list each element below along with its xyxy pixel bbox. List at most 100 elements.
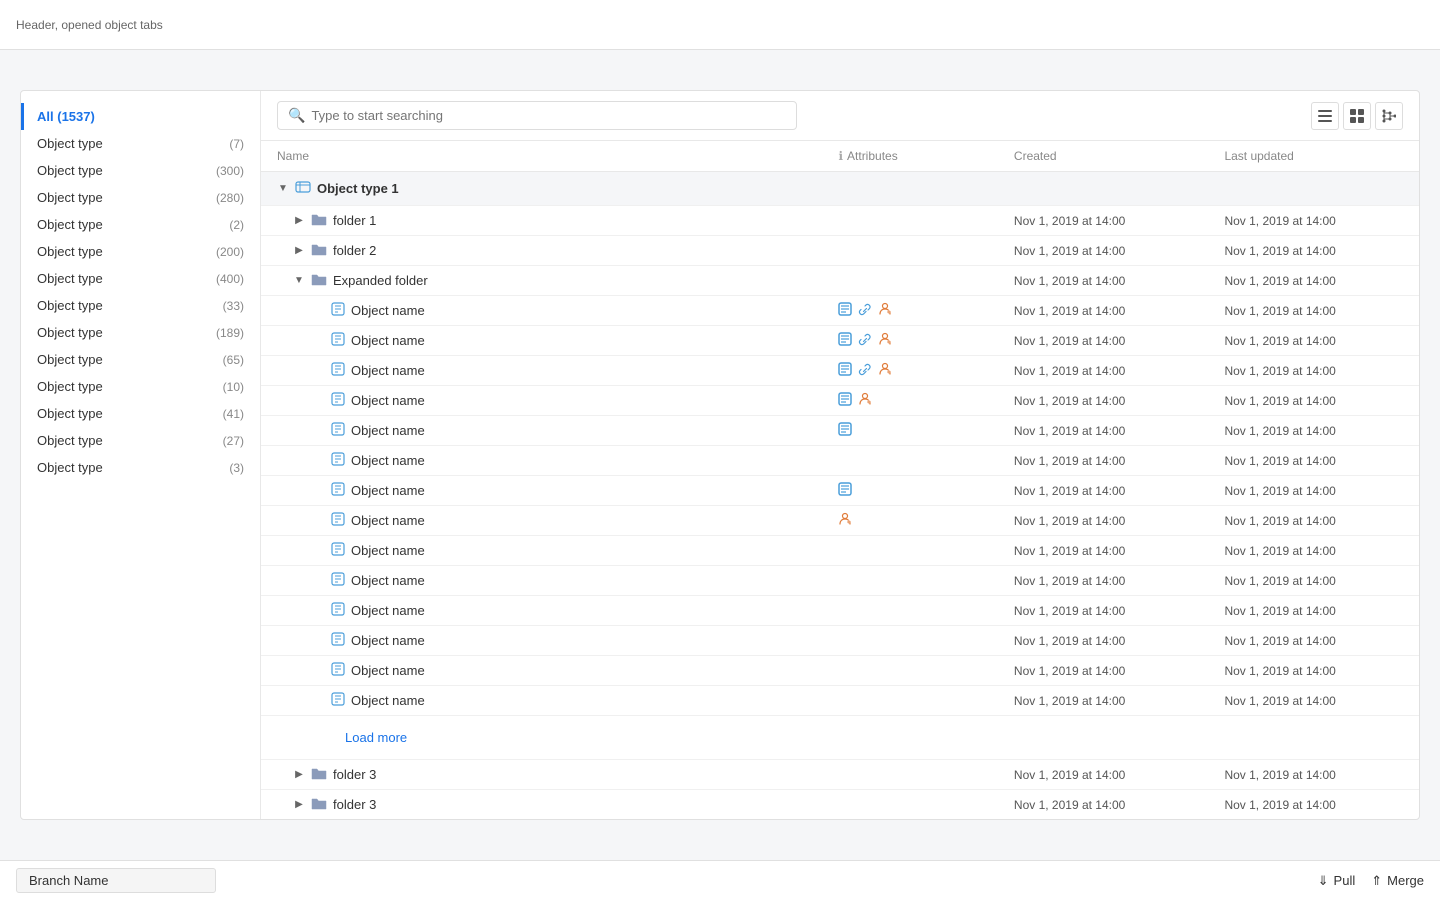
updated-cell: Nov 1, 2019 at 14:00	[1208, 416, 1419, 446]
expand-chevron[interactable]: ▶	[293, 799, 305, 810]
table-row[interactable]: Object name Nov 1, 2019 at 14:00 Nov 1, …	[261, 446, 1419, 476]
link-attr-icon	[858, 332, 872, 349]
table-row[interactable]: ▼ Expanded folder Nov 1, 2019 at 14:00 N…	[261, 266, 1419, 296]
table-row[interactable]: Object name Nov 1, 2019 at 14:00 Nov 1, …	[261, 476, 1419, 506]
sidebar-item-3[interactable]: Object type(2)	[21, 211, 260, 238]
objects-table: Name ℹ Attributes Created	[261, 141, 1419, 819]
sidebar-item-label: Object type	[37, 460, 103, 475]
link-attr-icon	[858, 362, 872, 379]
table-row[interactable]: Object name Nov 1, 2019 at 14:00 Nov 1, …	[261, 566, 1419, 596]
load-more-link[interactable]: Load more	[277, 722, 1403, 753]
main-area: All (1537) Object type(7)Object type(300…	[20, 90, 1420, 820]
list-view-button[interactable]	[1311, 102, 1339, 130]
row-name: folder 1	[333, 213, 376, 228]
object-icon	[331, 422, 345, 439]
sidebar-item-count: (7)	[229, 137, 244, 151]
sidebar-item-10[interactable]: Object type(41)	[21, 400, 260, 427]
expand-chevron[interactable]: ▶	[293, 769, 305, 780]
table-row[interactable]: Object name	[261, 356, 1419, 386]
updated-cell: Nov 1, 2019 at 14:00	[1208, 386, 1419, 416]
name-cell: Object name	[261, 296, 822, 326]
name-cell: Object name	[261, 566, 822, 596]
table-row[interactable]: ▶ folder 3 Nov 1, 2019 at 14:00 Nov 1, 2…	[261, 790, 1419, 820]
sidebar-item-11[interactable]: Object type(27)	[21, 427, 260, 454]
created-cell: Nov 1, 2019 at 14:00	[998, 790, 1209, 820]
expand-chevron[interactable]: ▶	[293, 215, 305, 226]
row-name: Object name	[351, 363, 425, 378]
table-row[interactable]: Object name Nov 1, 2019 at 14:00 Nov 1, …	[261, 656, 1419, 686]
link-attr-icon	[858, 302, 872, 319]
table-row[interactable]: ▶ folder 3 Nov 1, 2019 at 14:00 Nov 1, 2…	[261, 760, 1419, 790]
name-cell: Object name	[261, 686, 822, 716]
sidebar-all-item[interactable]: All (1537)	[21, 103, 260, 130]
folder-icon	[311, 272, 327, 289]
col-updated: Last updated	[1208, 141, 1419, 172]
table-row[interactable]: Object name	[261, 296, 1419, 326]
table-row[interactable]: Object name Nov 1, 2019 at 14:00 Nov	[261, 386, 1419, 416]
name-cell: ▶ folder 2	[261, 236, 822, 266]
expand-chevron[interactable]: ▶	[293, 245, 305, 256]
name-cell: ▶ folder 1	[261, 206, 822, 236]
row-name: Object name	[351, 423, 425, 438]
branch-name: Branch Name	[16, 868, 216, 893]
expand-chevron[interactable]: ▼	[293, 275, 305, 286]
sidebar-item-6[interactable]: Object type(33)	[21, 292, 260, 319]
attr-cell	[822, 566, 997, 596]
sidebar-item-0[interactable]: Object type(7)	[21, 130, 260, 157]
object-icon	[331, 332, 345, 349]
name-cell: Object name	[261, 386, 822, 416]
sidebar-item-count: (10)	[223, 380, 244, 394]
sidebar-item-count: (400)	[216, 272, 244, 286]
sidebar-item-2[interactable]: Object type(280)	[21, 184, 260, 211]
user-attr-icon	[878, 302, 892, 319]
sidebar-item-label: Object type	[37, 379, 103, 394]
created-cell: Nov 1, 2019 at 14:00	[998, 296, 1209, 326]
merge-button[interactable]: ⇑ Merge	[1371, 873, 1424, 889]
pull-icon: ⇓	[1318, 873, 1329, 889]
grid-view-button[interactable]	[1343, 102, 1371, 130]
sidebar-item-label: Object type	[37, 433, 103, 448]
sidebar-item-label: Object type	[37, 271, 103, 286]
sidebar-item-5[interactable]: Object type (400)	[21, 265, 260, 292]
object-icon	[331, 692, 345, 709]
table-row[interactable]: Object name Nov 1, 2019 at 14:00 Nov 1, …	[261, 536, 1419, 566]
object-icon	[331, 632, 345, 649]
object-icon	[331, 602, 345, 619]
sidebar-item-7[interactable]: Object type(189)	[21, 319, 260, 346]
group-chevron[interactable]: ▼	[277, 183, 289, 194]
user-attr-icon	[838, 512, 852, 529]
search-input[interactable]	[311, 108, 786, 123]
table-row[interactable]: Object name	[261, 326, 1419, 356]
table-row[interactable]: Object name Nov 1, 2019 at 14:00 Nov 1, …	[261, 626, 1419, 656]
table-row[interactable]: ▶ folder 2 Nov 1, 2019 at 14:00 Nov 1, 2…	[261, 236, 1419, 266]
app-container: Header, opened object tabs All (1537) Ob…	[0, 0, 1440, 900]
sidebar-item-4[interactable]: Object type(200)	[21, 238, 260, 265]
object-icon	[331, 512, 345, 529]
doc-attr-icon	[838, 482, 852, 499]
col-name: Name	[261, 141, 822, 172]
tree-view-button[interactable]	[1375, 102, 1403, 130]
row-name: folder 3	[333, 797, 376, 812]
attr-cell	[822, 506, 997, 536]
pull-button[interactable]: ⇓ Pull	[1318, 873, 1356, 889]
created-cell: Nov 1, 2019 at 14:00	[998, 446, 1209, 476]
sidebar-item-9[interactable]: Object type (10)	[21, 373, 260, 400]
load-more-cell: Load more	[261, 716, 1419, 760]
updated-cell: Nov 1, 2019 at 14:00	[1208, 686, 1419, 716]
table-row[interactable]: ▶ folder 1 Nov 1, 2019 at 14:00 Nov 1, 2…	[261, 206, 1419, 236]
sidebar-item-12[interactable]: Object type(3)	[21, 454, 260, 481]
table-row[interactable]: Object name Nov 1, 2019 at 14:00 Nov 1, …	[261, 506, 1419, 536]
updated-cell: Nov 1, 2019 at 14:00	[1208, 760, 1419, 790]
doc-attr-icon	[838, 302, 852, 319]
sidebar-item-label: Object type	[37, 406, 103, 421]
sidebar-item-8[interactable]: Object type(65)	[21, 346, 260, 373]
table-row[interactable]: Object name Nov 1, 2019 at 14:00 Nov 1, …	[261, 416, 1419, 446]
table-row[interactable]: Object name Nov 1, 2019 at 14:00 Nov 1, …	[261, 596, 1419, 626]
updated-cell: Nov 1, 2019 at 14:00	[1208, 266, 1419, 296]
sidebar-item-label: Object type	[37, 163, 103, 178]
sidebar-item-1[interactable]: Object type(300)	[21, 157, 260, 184]
sidebar-item-label: Object type	[37, 352, 103, 367]
attr-cell	[822, 656, 997, 686]
table-row[interactable]: Object name Nov 1, 2019 at 14:00 Nov 1, …	[261, 686, 1419, 716]
name-cell: Object name	[261, 536, 822, 566]
